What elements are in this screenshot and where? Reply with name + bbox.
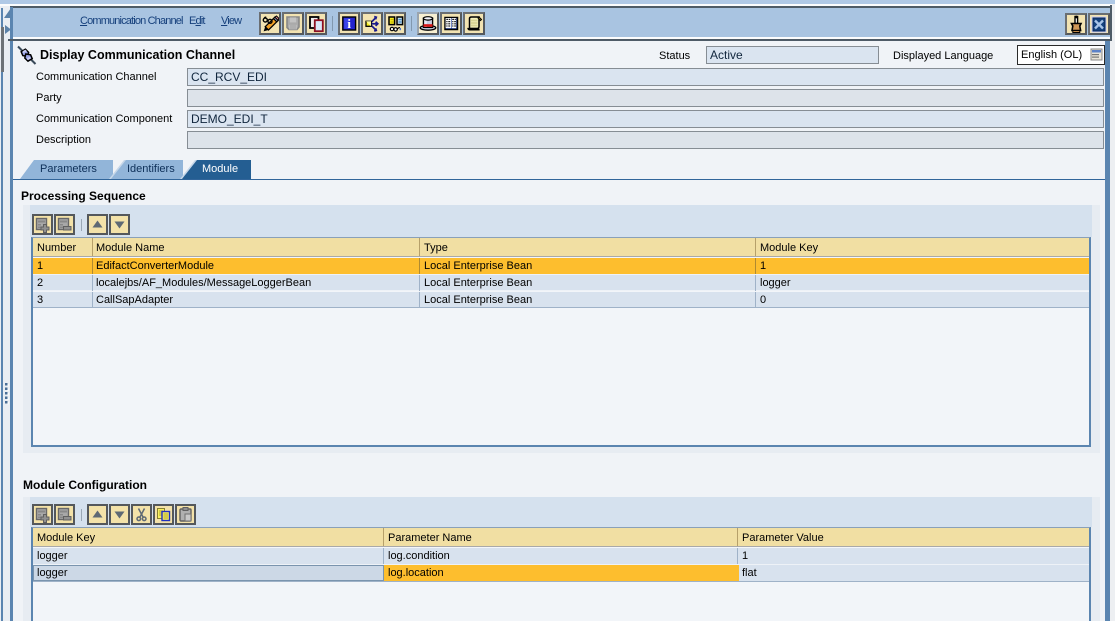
svg-text:i: i (347, 16, 351, 31)
